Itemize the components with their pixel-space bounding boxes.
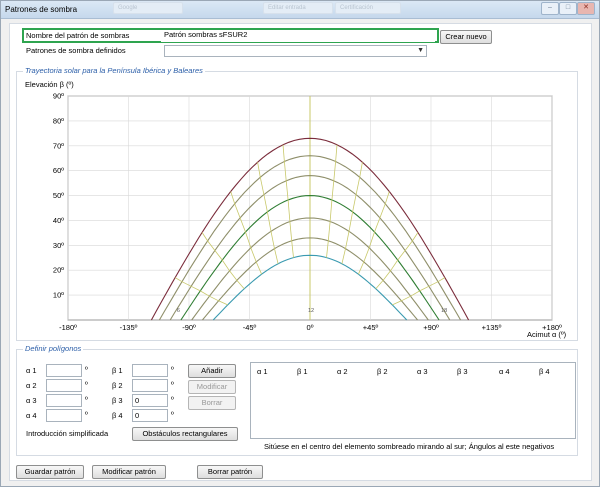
y-tick-label: 10º xyxy=(53,291,64,300)
hour-label: 12 xyxy=(308,308,314,314)
y-tick-label: 20º xyxy=(53,266,64,275)
x-tick-label: -45º xyxy=(243,323,257,332)
title-bar: Patrones de sombra Google Editar entrada… xyxy=(1,1,599,19)
alpha-1-label: α 1 xyxy=(26,366,37,375)
beta-3-label: β 3 xyxy=(112,396,123,405)
beta-2-label: β 2 xyxy=(112,381,123,390)
background-tab-2: Editar entrada xyxy=(263,2,333,14)
y-tick-label: 80º xyxy=(53,116,64,125)
polygons-grid[interactable]: α 1 β 1 α 2 β 2 α 3 β 3 α 4 β 4 xyxy=(250,362,576,439)
beta-3-input[interactable]: 0 xyxy=(132,394,168,407)
grid-header-b3: β 3 xyxy=(457,367,468,376)
y-tick-label: 40º xyxy=(53,216,64,225)
alpha-4-input[interactable] xyxy=(46,409,82,422)
alpha-1-degree: º xyxy=(85,365,88,374)
y-tick-label: 50º xyxy=(53,191,64,200)
beta-2-input[interactable] xyxy=(132,379,168,392)
grid-header-b4: β 4 xyxy=(539,367,550,376)
alpha-3-degree: º xyxy=(85,395,88,404)
grid-header-a2: α 2 xyxy=(337,367,348,376)
window-title: Patrones de sombra xyxy=(5,5,78,14)
solar-path-chart: 10º20º30º40º50º60º70º80º90º-180º -135º -90… xyxy=(53,92,562,333)
minimize-icon[interactable]: – xyxy=(541,2,559,15)
create-new-button[interactable]: Crear nuevo xyxy=(440,30,492,44)
beta-4-input[interactable]: 0 xyxy=(132,409,168,422)
pattern-name-value: Patrón sombras sFSUR2 xyxy=(164,30,248,39)
defined-patterns-label: Patrones de sombra definidos xyxy=(26,46,126,55)
modify-polygon-button[interactable]: Modificar xyxy=(188,380,236,394)
alpha-2-label: α 2 xyxy=(26,381,37,390)
y-tick-label: 60º xyxy=(53,166,64,175)
modify-pattern-button[interactable]: Modificar patrón xyxy=(92,465,166,479)
beta-4-label: β 4 xyxy=(112,411,123,420)
alpha-4-degree: º xyxy=(85,410,88,419)
x-tick-label: +90º xyxy=(423,323,439,332)
orientation-hint: Sitúese en el centro del elemento sombre… xyxy=(264,442,555,451)
pattern-name-input[interactable]: Patrón sombras sFSUR2 xyxy=(161,30,435,42)
hour-label: 6 xyxy=(177,308,180,314)
x-tick-label: +180º xyxy=(542,323,562,332)
grid-header-a4: α 4 xyxy=(499,367,510,376)
y-tick-label: 90º xyxy=(53,92,64,101)
beta-2-degree: º xyxy=(171,380,174,389)
alpha-1-input[interactable] xyxy=(46,364,82,377)
background-tab-1: Google xyxy=(113,2,183,14)
polygons-group-title: Definir polígonos xyxy=(23,344,84,353)
solar-path-group-title: Trayectoria solar para la Península Ibér… xyxy=(23,66,205,75)
background-tab-3: Certificación xyxy=(335,2,401,14)
beta-1-input[interactable] xyxy=(132,364,168,377)
add-button[interactable]: Añadir xyxy=(188,364,236,378)
alpha-3-input[interactable] xyxy=(46,394,82,407)
x-tick-label: -90º xyxy=(182,323,196,332)
dialog-content: Nombre del patrón de sombras Patrón somb… xyxy=(9,23,592,481)
maximize-icon[interactable]: □ xyxy=(559,2,577,15)
alpha-3-label: α 3 xyxy=(26,396,37,405)
x-tick-label: -135º xyxy=(120,323,138,332)
x-tick-label: +135º xyxy=(482,323,502,332)
beta-1-label: β 1 xyxy=(112,366,123,375)
pattern-name-label: Nombre del patrón de sombras xyxy=(26,31,130,40)
main-window: Patrones de sombra Google Editar entrada… xyxy=(0,0,600,487)
x-tick-label: -180º xyxy=(59,323,77,332)
simplified-entry-label: Introducción simplificada xyxy=(26,429,109,438)
alpha-4-label: α 4 xyxy=(26,411,37,420)
defined-patterns-select[interactable]: ▼ xyxy=(164,45,427,57)
delete-pattern-button[interactable]: Borrar patrón xyxy=(197,465,263,479)
save-pattern-button[interactable]: Guardar patrón xyxy=(16,465,84,479)
grid-header-b1: β 1 xyxy=(297,367,308,376)
hour-label: 18 xyxy=(441,308,447,314)
x-tick-label: 0º xyxy=(307,323,314,332)
y-tick-label: 30º xyxy=(53,241,64,250)
beta-1-degree: º xyxy=(171,365,174,374)
rectangular-obstacles-button[interactable]: Obstáculos rectangulares xyxy=(132,427,238,441)
alpha-2-degree: º xyxy=(85,380,88,389)
grid-header-b2: β 2 xyxy=(377,367,388,376)
x-tick-label: +45º xyxy=(363,323,379,332)
alpha-2-input[interactable] xyxy=(46,379,82,392)
grid-header-a3: α 3 xyxy=(417,367,428,376)
delete-polygon-button[interactable]: Borrar xyxy=(188,396,236,410)
y-tick-label: 70º xyxy=(53,141,64,150)
beta-4-degree: º xyxy=(171,410,174,419)
chevron-down-icon: ▼ xyxy=(417,47,424,54)
beta-3-degree: º xyxy=(171,395,174,404)
close-icon[interactable]: ✕ xyxy=(577,2,595,15)
grid-header-a1: α 1 xyxy=(257,367,268,376)
